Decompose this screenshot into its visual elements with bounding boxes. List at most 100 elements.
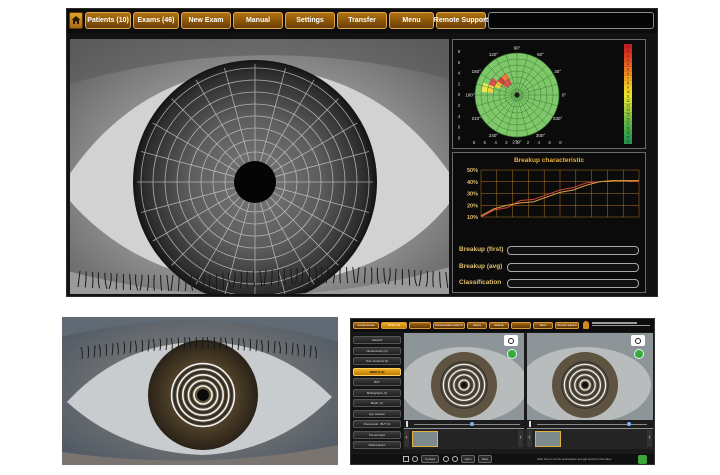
- small-sidebar-item[interactable]: Meibography (1): [353, 388, 401, 397]
- thumbnail[interactable]: [535, 431, 561, 447]
- scale-label: 4: [627, 63, 629, 67]
- contact-button[interactable]: Contact: [421, 455, 439, 463]
- angle-label: 30°: [554, 69, 561, 74]
- go-button[interactable]: [638, 455, 647, 464]
- scale-label: 6: [627, 72, 629, 76]
- home-button[interactable]: [69, 12, 83, 29]
- small-tab-remote-support[interactable]: Remote Support: [555, 322, 579, 329]
- small-tab-settings[interactable]: Settings: [489, 322, 509, 329]
- nav-patients-button[interactable]: Patients (10): [85, 12, 131, 29]
- nav-exams-button[interactable]: Exams (46): [133, 12, 179, 29]
- angle-label: 60°: [537, 52, 544, 57]
- small-toolbar: Contact lenses Screen (5) Documentation …: [351, 319, 654, 332]
- nav-remote-support-button[interactable]: Remote Support: [434, 12, 488, 29]
- axis-tick-label: 4: [458, 71, 461, 76]
- eyelash: [123, 341, 125, 354]
- axis-tick-label: 6: [548, 140, 551, 145]
- eyelash: [277, 269, 280, 286]
- keratograph-small-window: Contact lenses Screen (5) Documentation …: [350, 318, 655, 465]
- breakup-avg-label: Breakup (avg): [459, 263, 503, 270]
- axis-tick-label: 6: [458, 125, 461, 130]
- small-sidebar-item[interactable]: Pre-lens Eye: [353, 430, 401, 439]
- scale-label: 21: [626, 140, 630, 144]
- small-sidebar-item[interactable]: Bleph. (1): [353, 399, 401, 407]
- eye-image-panel: [70, 39, 449, 294]
- scale-label: 7: [627, 76, 629, 80]
- small-tab-contact-lenses[interactable]: Contact lenses: [353, 322, 379, 329]
- eye-grid-image: [70, 39, 449, 294]
- axis-tick-label: 8: [473, 140, 476, 145]
- save-button[interactable]: Save: [478, 455, 492, 463]
- classification-field: [507, 279, 639, 288]
- angle-label: 270°: [512, 140, 522, 145]
- scale-label: 3: [627, 58, 629, 62]
- small-tab-blank-1[interactable]: [409, 322, 431, 329]
- thumbnail[interactable]: [412, 431, 438, 447]
- small-footer: Contact Open Save Click here to do the e…: [351, 454, 654, 464]
- zoom-icon[interactable]: [412, 456, 418, 462]
- breakup-first-field: [507, 246, 639, 255]
- axis-tick-label: 0: [458, 92, 461, 97]
- chevron-right-icon[interactable]: ›: [647, 430, 652, 447]
- status-ok-icon: [634, 349, 644, 359]
- chevron-left-icon[interactable]: ‹: [404, 430, 409, 447]
- breakup-polar-map: 864202468 864202468 90°60°30°0°330°300°2…: [458, 44, 632, 145]
- eyelash: [231, 337, 233, 350]
- playback-bar-right[interactable]: [527, 420, 653, 428]
- scale-label: 11: [626, 95, 630, 99]
- breakup-polar-map-panel: 864202468 864202468 90° 60° 30° 0° 330° 300° 2…: [452, 39, 646, 149]
- axis-tick-label: 4: [538, 140, 541, 145]
- eyelash: [339, 266, 341, 284]
- open-button[interactable]: Open: [461, 455, 475, 463]
- home-icon: [71, 16, 81, 24]
- eyelash: [267, 340, 269, 353]
- eyelash: [213, 337, 215, 350]
- nav-new-exam-button[interactable]: New Exam: [181, 12, 231, 29]
- chevron-left-icon[interactable]: ‹: [527, 430, 532, 447]
- status-ok-icon: [507, 349, 517, 359]
- zoom-in-icon[interactable]: [443, 456, 449, 462]
- playback-bar-left[interactable]: [404, 420, 524, 428]
- y-tick-label: 20%: [467, 203, 478, 209]
- small-sidebar-item[interactable]: Fluorescein - BUT (1): [353, 420, 401, 428]
- eyelash: [195, 336, 197, 350]
- chevron-right-icon[interactable]: ›: [518, 430, 523, 447]
- small-sidebar-item[interactable]: BUT: [353, 378, 401, 386]
- top-toolbar: Patients (10) Exams (46) New Exam Manual…: [67, 9, 657, 33]
- video-frame-right: [527, 333, 653, 431]
- eyelash: [432, 271, 434, 288]
- small-sidebar-item[interactable]: Interferometry (1): [353, 346, 401, 355]
- status-field: [488, 12, 654, 29]
- user-icon: [583, 321, 589, 329]
- small-sidebar-item[interactable]: Patient Exam: [353, 441, 401, 449]
- nav-manual-button[interactable]: Manual: [233, 12, 283, 29]
- small-sidebar-item[interactable]: Tear meniscus (2): [353, 357, 401, 365]
- status-text: Click here to do the examination and get…: [537, 457, 612, 461]
- zoom-out-icon[interactable]: [452, 456, 458, 462]
- fullscreen-icon[interactable]: [403, 456, 409, 462]
- camera-icon[interactable]: [504, 335, 518, 346]
- breakup-avg-field: [507, 263, 639, 272]
- camera-icon[interactable]: [631, 335, 645, 346]
- axis-tick-label: 4: [494, 140, 497, 145]
- angle-label: 180°: [465, 93, 475, 98]
- axis-tick-label: 6: [484, 140, 487, 145]
- scale-label: 16: [626, 117, 630, 121]
- axis-tick-label: 6: [458, 60, 461, 65]
- small-tab-history[interactable]: History: [467, 322, 487, 329]
- small-sidebar-item[interactable]: Network: [353, 336, 401, 344]
- nav-transfer-button[interactable]: Transfer: [337, 12, 387, 29]
- eyelash: [87, 346, 89, 359]
- small-tab-documentation[interactable]: Documentation Help (5): [433, 322, 465, 329]
- scale-label: 1: [627, 49, 629, 53]
- small-tab-blank-2[interactable]: [511, 322, 531, 329]
- nav-menu-button[interactable]: Menu: [389, 12, 434, 29]
- small-tab-menu[interactable]: Menu: [533, 322, 553, 329]
- small-sidebar-item[interactable]: Eye redness: [353, 409, 401, 418]
- eyelash: [159, 338, 161, 351]
- scale-label: 8: [627, 81, 629, 85]
- axis-tick-label: 2: [527, 140, 530, 145]
- small-sidebar-item[interactable]: NIKBUT (2): [353, 367, 401, 376]
- small-tab-screen[interactable]: Screen (5): [381, 322, 407, 329]
- nav-settings-button[interactable]: Settings: [285, 12, 335, 29]
